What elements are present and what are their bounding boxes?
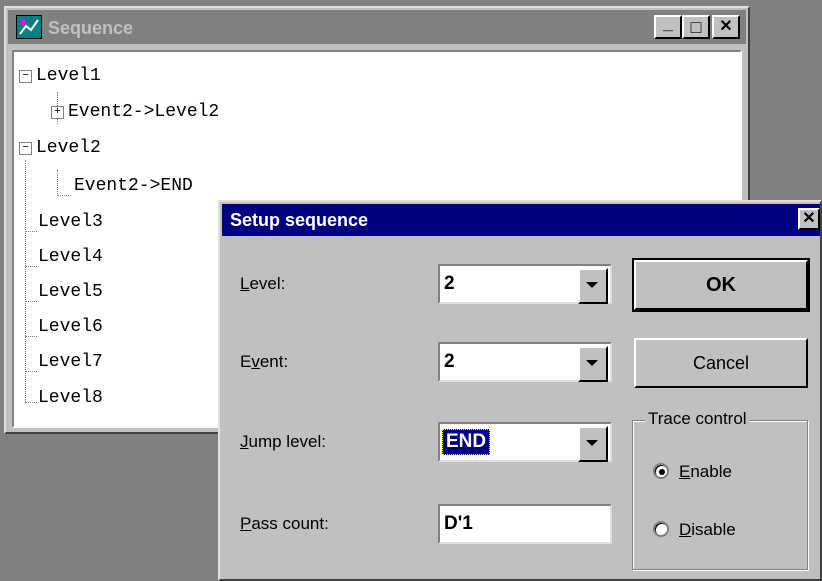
disable-label-text: isable — [691, 520, 736, 539]
tree-item-level1[interactable]: Level1 — [36, 62, 101, 90]
tree-item-level8[interactable]: Level8 — [38, 384, 103, 412]
level-label: Level: — [240, 272, 285, 296]
jump-level-label: Jump level: — [240, 430, 326, 454]
tree-connector — [25, 301, 37, 302]
jump-level-label-text: ump level: — [248, 432, 326, 451]
chevron-down-icon[interactable] — [578, 426, 608, 462]
jump-level-select[interactable]: END — [438, 422, 612, 462]
level-label-text: evel: — [249, 274, 286, 293]
level-select[interactable]: 2 — [438, 264, 612, 304]
pass-count-label-text: ass count: — [251, 514, 329, 533]
tree-connector — [25, 371, 37, 372]
cancel-button[interactable]: Cancel — [634, 338, 808, 388]
tree-item-level7[interactable]: Level7 — [38, 348, 103, 376]
disable-radio-option[interactable]: Disable — [653, 517, 793, 543]
jump-level-value: END — [442, 429, 491, 455]
ok-button-label: OK — [706, 273, 736, 296]
event-value: 2 — [444, 351, 455, 372]
disable-radio[interactable] — [653, 521, 669, 537]
tree-item-level4[interactable]: Level4 — [38, 243, 103, 271]
cancel-button-label: Cancel — [692, 352, 750, 373]
sequence-titlebar[interactable]: Sequence _ □ ✕ — [8, 10, 746, 44]
enable-radio-option[interactable]: Enable — [653, 459, 793, 485]
event-label-mnemonic: v — [251, 352, 260, 371]
tree-connector — [57, 170, 58, 196]
sequence-title: Sequence — [48, 18, 134, 38]
event-label-text: ent: — [259, 352, 289, 371]
dialog-titlebar[interactable]: Setup sequence ✕ — [222, 204, 820, 236]
maximize-icon: □ — [690, 17, 702, 37]
chevron-down-icon[interactable] — [578, 346, 608, 382]
close-button[interactable]: ✕ — [712, 15, 740, 39]
expand-icon[interactable]: + — [51, 106, 64, 119]
collapse-icon[interactable]: − — [19, 70, 32, 83]
minimize-button[interactable]: _ — [654, 13, 682, 39]
close-icon: ✕ — [719, 18, 733, 35]
tree-connector — [25, 336, 37, 337]
dialog-title: Setup sequence — [230, 210, 369, 230]
dialog-close-button[interactable]: ✕ — [798, 208, 820, 230]
event-select[interactable]: 2 — [438, 342, 612, 382]
chevron-down-icon[interactable] — [578, 268, 608, 304]
tree-item-level2[interactable]: Level2 — [36, 134, 101, 162]
tree-connector — [57, 195, 71, 196]
tree-connector — [25, 266, 37, 267]
minimize-icon: _ — [662, 13, 673, 33]
tree-item-level6[interactable]: Level6 — [38, 313, 103, 341]
pass-count-label-mnemonic: P — [240, 514, 252, 533]
tree-connector — [25, 402, 37, 403]
trace-control-legend: Trace control — [645, 407, 750, 431]
pass-count-label: Pass count: — [240, 512, 329, 536]
tree-connector — [25, 160, 26, 402]
setup-sequence-dialog: Setup sequence ✕ Level: 2 Event: 2 Jump … — [218, 200, 822, 581]
enable-label: Enable — [679, 460, 732, 484]
event-label: Event: — [240, 350, 288, 374]
event-label-pre: E — [240, 352, 252, 371]
maximize-button[interactable]: □ — [682, 15, 710, 39]
pass-count-value: D'1 — [444, 513, 473, 534]
tree-item-event2-level2[interactable]: Event2->Level2 — [68, 98, 219, 126]
enable-label-mnemonic: E — [679, 462, 691, 481]
trace-control-group: Trace control Enable Disable — [632, 407, 808, 570]
disable-label-mnemonic: D — [679, 520, 692, 539]
tree-item-level3[interactable]: Level3 — [38, 208, 103, 236]
close-icon: ✕ — [802, 210, 816, 227]
pass-count-field[interactable]: D'1 — [438, 504, 612, 544]
tree-item-level5[interactable]: Level5 — [38, 278, 103, 306]
tree-item-event2-end[interactable]: Event2->END — [74, 172, 193, 200]
enable-radio[interactable] — [653, 463, 669, 479]
enable-label-text: nable — [690, 462, 732, 481]
level-value: 2 — [444, 273, 455, 294]
disable-label: Disable — [679, 518, 736, 542]
app-icon — [16, 15, 42, 39]
ok-button[interactable]: OK — [632, 258, 810, 312]
collapse-icon[interactable]: − — [19, 142, 32, 155]
tree-connector — [25, 231, 37, 232]
jump-level-label-mnemonic: J — [240, 432, 249, 451]
